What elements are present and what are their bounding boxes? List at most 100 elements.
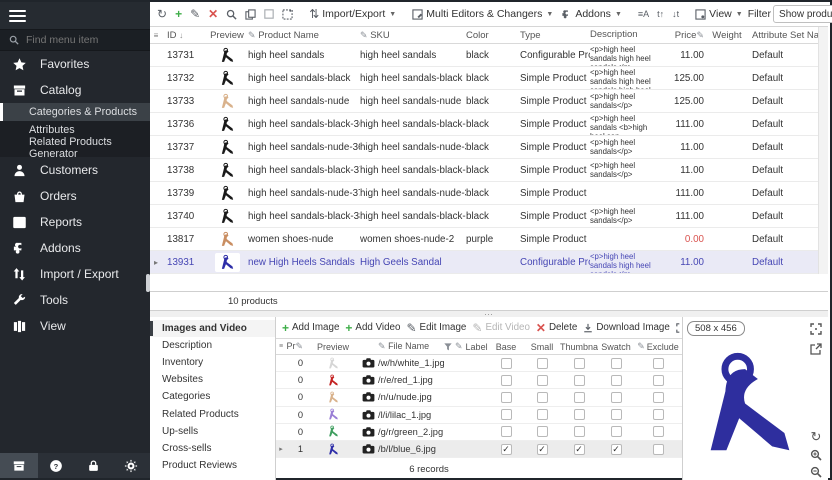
thumbnail-checkbox[interactable] [574, 409, 585, 420]
table-row[interactable]: 13732high heel sandals-blackhigh heel sa… [150, 67, 828, 90]
base-checkbox[interactable] [501, 392, 512, 403]
row-height-up-button[interactable]: t↑ [654, 8, 667, 21]
small-checkbox[interactable] [537, 392, 548, 403]
grid-menu-icon[interactable]: ≡ [150, 31, 162, 40]
swatch-checkbox[interactable] [611, 358, 622, 369]
category-filter-select[interactable]: Show products from selected categories▼ [773, 5, 832, 23]
table-row[interactable]: 13737high heel sandals-nude-36high heel … [150, 136, 828, 159]
delete-image-button[interactable]: ✕Delete [534, 321, 579, 335]
table-row[interactable]: 13817women shoes-nudewomen shoes-nude-2p… [150, 228, 828, 251]
checkbox-mode-button[interactable] [261, 7, 277, 21]
swatch-checkbox[interactable] [611, 409, 622, 420]
exclude-checkbox[interactable] [653, 426, 664, 437]
exclude-checkbox[interactable] [653, 392, 664, 403]
column-header-preview[interactable]: Preview [308, 342, 358, 352]
sidebar-item-customers[interactable]: Customers [0, 157, 150, 183]
sidebar-splitter-handle[interactable] [146, 274, 150, 292]
base-checkbox[interactable]: ✓ [501, 444, 512, 455]
exclude-checkbox[interactable] [653, 409, 664, 420]
hamburger-menu-icon[interactable] [9, 7, 26, 25]
thumbnail-checkbox[interactable]: ✓ [574, 444, 585, 455]
lock-button[interactable] [75, 453, 113, 478]
small-checkbox[interactable]: ✓ [537, 444, 548, 455]
search-button[interactable] [223, 7, 240, 22]
column-header-sku[interactable]: ✎ SKU [360, 30, 466, 41]
import-export-menu[interactable]: ⇅Import/Export▼ [306, 6, 399, 22]
tab-related-products[interactable]: Related Products [150, 405, 275, 422]
sidebar-item-categories-products[interactable]: Categories & Products [0, 103, 150, 121]
add-product-button[interactable]: + [172, 6, 185, 22]
edit-product-button[interactable]: ✎ [187, 6, 203, 22]
column-header-id[interactable]: ID ↓ [162, 30, 206, 41]
fullscreen-icon[interactable] [809, 322, 823, 336]
sidebar-item-tools[interactable]: Tools [0, 287, 150, 313]
exclude-checkbox[interactable] [653, 358, 664, 369]
file-row[interactable]: 0/g/r/green_2.jpg [276, 424, 682, 441]
table-row[interactable]: 13739high heel sandals-nude-37high heel … [150, 182, 828, 205]
column-header-label[interactable]: ✎Label [444, 341, 488, 352]
settings-gear-button[interactable] [113, 453, 151, 478]
sidebar-item-favorites[interactable]: Favorites [0, 51, 150, 77]
download-image-button[interactable]: Download Image [581, 321, 672, 334]
table-row[interactable]: 13733high heel sandals-nudehigh heel san… [150, 90, 828, 113]
file-row[interactable]: 0/w/h/white_1.jpg [276, 355, 682, 372]
column-header-price[interactable]: Price✎ [662, 30, 708, 41]
sidebar-item-addons[interactable]: Addons [0, 235, 150, 261]
column-header-file-name[interactable]: ✎ File Name [378, 341, 444, 352]
sidebar-item-import-export[interactable]: Import / Export [0, 261, 150, 287]
thumbnail-checkbox[interactable] [574, 358, 585, 369]
sidebar-item-catalog[interactable]: Catalog [0, 77, 150, 103]
multi-editors-menu[interactable]: Multi Editors & Changers▼ [409, 6, 556, 22]
delete-product-button[interactable]: ✕ [205, 6, 221, 22]
swatch-checkbox[interactable] [611, 426, 622, 437]
swatch-checkbox[interactable] [611, 392, 622, 403]
column-header-base[interactable]: Base [488, 342, 524, 352]
sidebar-item-reports[interactable]: Reports [0, 209, 150, 235]
table-row[interactable]: 13731high heel sandalshigh heel sandalsb… [150, 44, 828, 67]
sidebar-search[interactable] [0, 29, 150, 51]
translate-columns-button[interactable]: ≡A [635, 8, 652, 21]
edit-image-button[interactable]: ✎Edit Image [404, 321, 468, 335]
base-checkbox[interactable] [501, 375, 512, 386]
table-row[interactable]: 13736high heel sandals-black-36high heel… [150, 113, 828, 136]
refresh-button[interactable]: ↻ [154, 6, 170, 22]
column-header-thumbnail[interactable]: Thumbna [560, 342, 598, 352]
thumbnail-checkbox[interactable] [574, 392, 585, 403]
copy-button[interactable] [242, 7, 259, 22]
column-header-type[interactable]: Type [520, 30, 590, 41]
file-row[interactable]: ▸1/b/l/blue_6.jpg✓✓✓✓ [276, 441, 682, 458]
tab-images-and-video[interactable]: Images and Video [150, 320, 275, 337]
table-row[interactable]: 13738high heel sandals-black-37high heel… [150, 159, 828, 182]
small-checkbox[interactable] [537, 409, 548, 420]
zoom-in-icon[interactable] [809, 448, 823, 462]
column-header-weight[interactable]: Weight [708, 30, 746, 41]
store-button[interactable] [0, 453, 38, 478]
table-row[interactable]: ▸13931new High Heels SandalsHigh Geels S… [150, 251, 828, 274]
column-header-preview[interactable]: Preview [206, 30, 248, 41]
view-menu[interactable]: View▼ [692, 6, 746, 22]
row-height-down-button[interactable]: ↓t [669, 8, 682, 21]
help-button[interactable]: ? [38, 453, 76, 478]
column-header-attribute-set[interactable]: Attribute Set Name [746, 30, 828, 41]
sidebar-item-view[interactable]: View [0, 313, 150, 339]
open-external-icon[interactable] [809, 342, 823, 356]
select-visible-button[interactable] [279, 7, 296, 22]
file-row[interactable]: 0/r/e/red_1.jpg [276, 372, 682, 389]
tab-websites[interactable]: Websites [150, 371, 275, 388]
swatch-checkbox[interactable] [611, 375, 622, 386]
column-header-small[interactable]: Small [524, 342, 560, 352]
addons-menu[interactable]: Addons▼ [558, 6, 625, 22]
tab-inventory[interactable]: Inventory [150, 354, 275, 371]
exclude-checkbox[interactable] [653, 444, 664, 455]
grid-menu-icon[interactable]: ≡ [276, 343, 286, 350]
column-header-priority[interactable]: Pr✎ [286, 341, 308, 352]
column-header-product-name[interactable]: ✎ Product Name [248, 30, 360, 41]
grid-scrollbar[interactable] [818, 27, 828, 274]
add-image-button[interactable]: +Add Image [280, 321, 341, 335]
small-checkbox[interactable] [537, 426, 548, 437]
tab-categories[interactable]: Categories [150, 388, 275, 405]
file-row[interactable]: 0/l/i/lilac_1.jpg [276, 407, 682, 424]
add-video-button[interactable]: +Add Video [343, 321, 402, 335]
column-header-exclude[interactable]: ✎Exclude [634, 341, 682, 352]
base-checkbox[interactable] [501, 358, 512, 369]
